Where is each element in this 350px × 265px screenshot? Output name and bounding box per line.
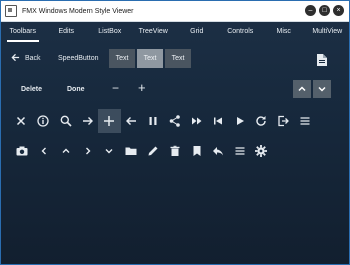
tab-toolbars[interactable]: Toolbars: [1, 22, 45, 42]
chevron-left-icon[interactable]: [37, 144, 51, 158]
folder-icon[interactable]: [124, 144, 138, 158]
tab-treeview[interactable]: TreeView: [132, 22, 176, 42]
tab-controls[interactable]: Controls: [219, 22, 263, 42]
play-icon[interactable]: [233, 114, 247, 128]
tab-grid[interactable]: Grid: [175, 22, 219, 42]
window-title: FMX Windows Modern Style Viewer: [22, 7, 134, 15]
close-button[interactable]: ×: [333, 5, 344, 16]
toolbar-row-1: Back SpeedButton Text Text Text: [1, 49, 349, 71]
tab-misc[interactable]: Misc: [262, 22, 306, 42]
chevron-right-icon[interactable]: [81, 144, 95, 158]
app-icon: [5, 5, 17, 17]
window-controls: – □ ×: [305, 5, 344, 16]
arrow-left-icon[interactable]: [124, 114, 138, 128]
trash-icon[interactable]: [168, 144, 182, 158]
app-window: FMX Windows Modern Style Viewer – □ × To…: [0, 0, 350, 265]
segmented-control: Text Text Text: [109, 49, 191, 68]
title-bar: FMX Windows Modern Style Viewer – □ ×: [1, 1, 349, 22]
list-icon[interactable]: [233, 144, 247, 158]
chevron-down-icon[interactable]: [313, 80, 331, 98]
icon-row-1: [1, 109, 349, 133]
arrow-left-icon: [11, 53, 20, 64]
add-icon[interactable]: [102, 114, 116, 128]
delete-button[interactable]: Delete: [21, 86, 42, 93]
done-button[interactable]: Done: [67, 86, 85, 93]
close-icon[interactable]: [14, 114, 28, 128]
menu-icon[interactable]: [298, 114, 312, 128]
speed-button[interactable]: SpeedButton: [58, 55, 98, 62]
toolbar-row-2: Delete Done − +: [1, 80, 349, 100]
plus-button[interactable]: +: [138, 80, 146, 95]
skip-previous-icon[interactable]: [211, 114, 225, 128]
refresh-icon[interactable]: [254, 114, 268, 128]
gear-icon[interactable]: [254, 144, 268, 158]
tab-multiview[interactable]: MultiView: [306, 22, 350, 42]
segment-2[interactable]: Text: [137, 49, 163, 68]
pause-icon[interactable]: [146, 114, 160, 128]
arrow-right-icon[interactable]: [81, 114, 95, 128]
pencil-icon[interactable]: [146, 144, 160, 158]
exit-icon[interactable]: [276, 114, 290, 128]
up-down-buttons: [293, 80, 331, 98]
icon-row-2: [1, 141, 349, 161]
search-icon[interactable]: [59, 114, 73, 128]
tab-edits[interactable]: Edits: [45, 22, 89, 42]
chevron-up-icon[interactable]: [59, 144, 73, 158]
back-button[interactable]: Back: [11, 53, 41, 64]
chevron-up-icon[interactable]: [293, 80, 311, 98]
segment-3[interactable]: Text: [165, 49, 191, 68]
camera-icon[interactable]: [15, 144, 29, 158]
segment-1[interactable]: Text: [109, 49, 135, 68]
share-icon[interactable]: [168, 114, 182, 128]
reply-icon[interactable]: [211, 144, 225, 158]
tab-listbox[interactable]: ListBox: [88, 22, 132, 42]
maximize-button[interactable]: □: [319, 5, 330, 16]
fast-forward-icon[interactable]: [190, 114, 204, 128]
document-icon[interactable]: [317, 53, 327, 71]
minimize-button[interactable]: –: [305, 5, 316, 16]
chevron-down-icon[interactable]: [102, 144, 116, 158]
info-icon[interactable]: [36, 114, 50, 128]
minus-button[interactable]: −: [112, 81, 119, 95]
bookmark-icon[interactable]: [190, 144, 204, 158]
back-label: Back: [25, 55, 41, 62]
tab-bar: Toolbars Edits ListBox TreeView Grid Con…: [1, 22, 349, 42]
